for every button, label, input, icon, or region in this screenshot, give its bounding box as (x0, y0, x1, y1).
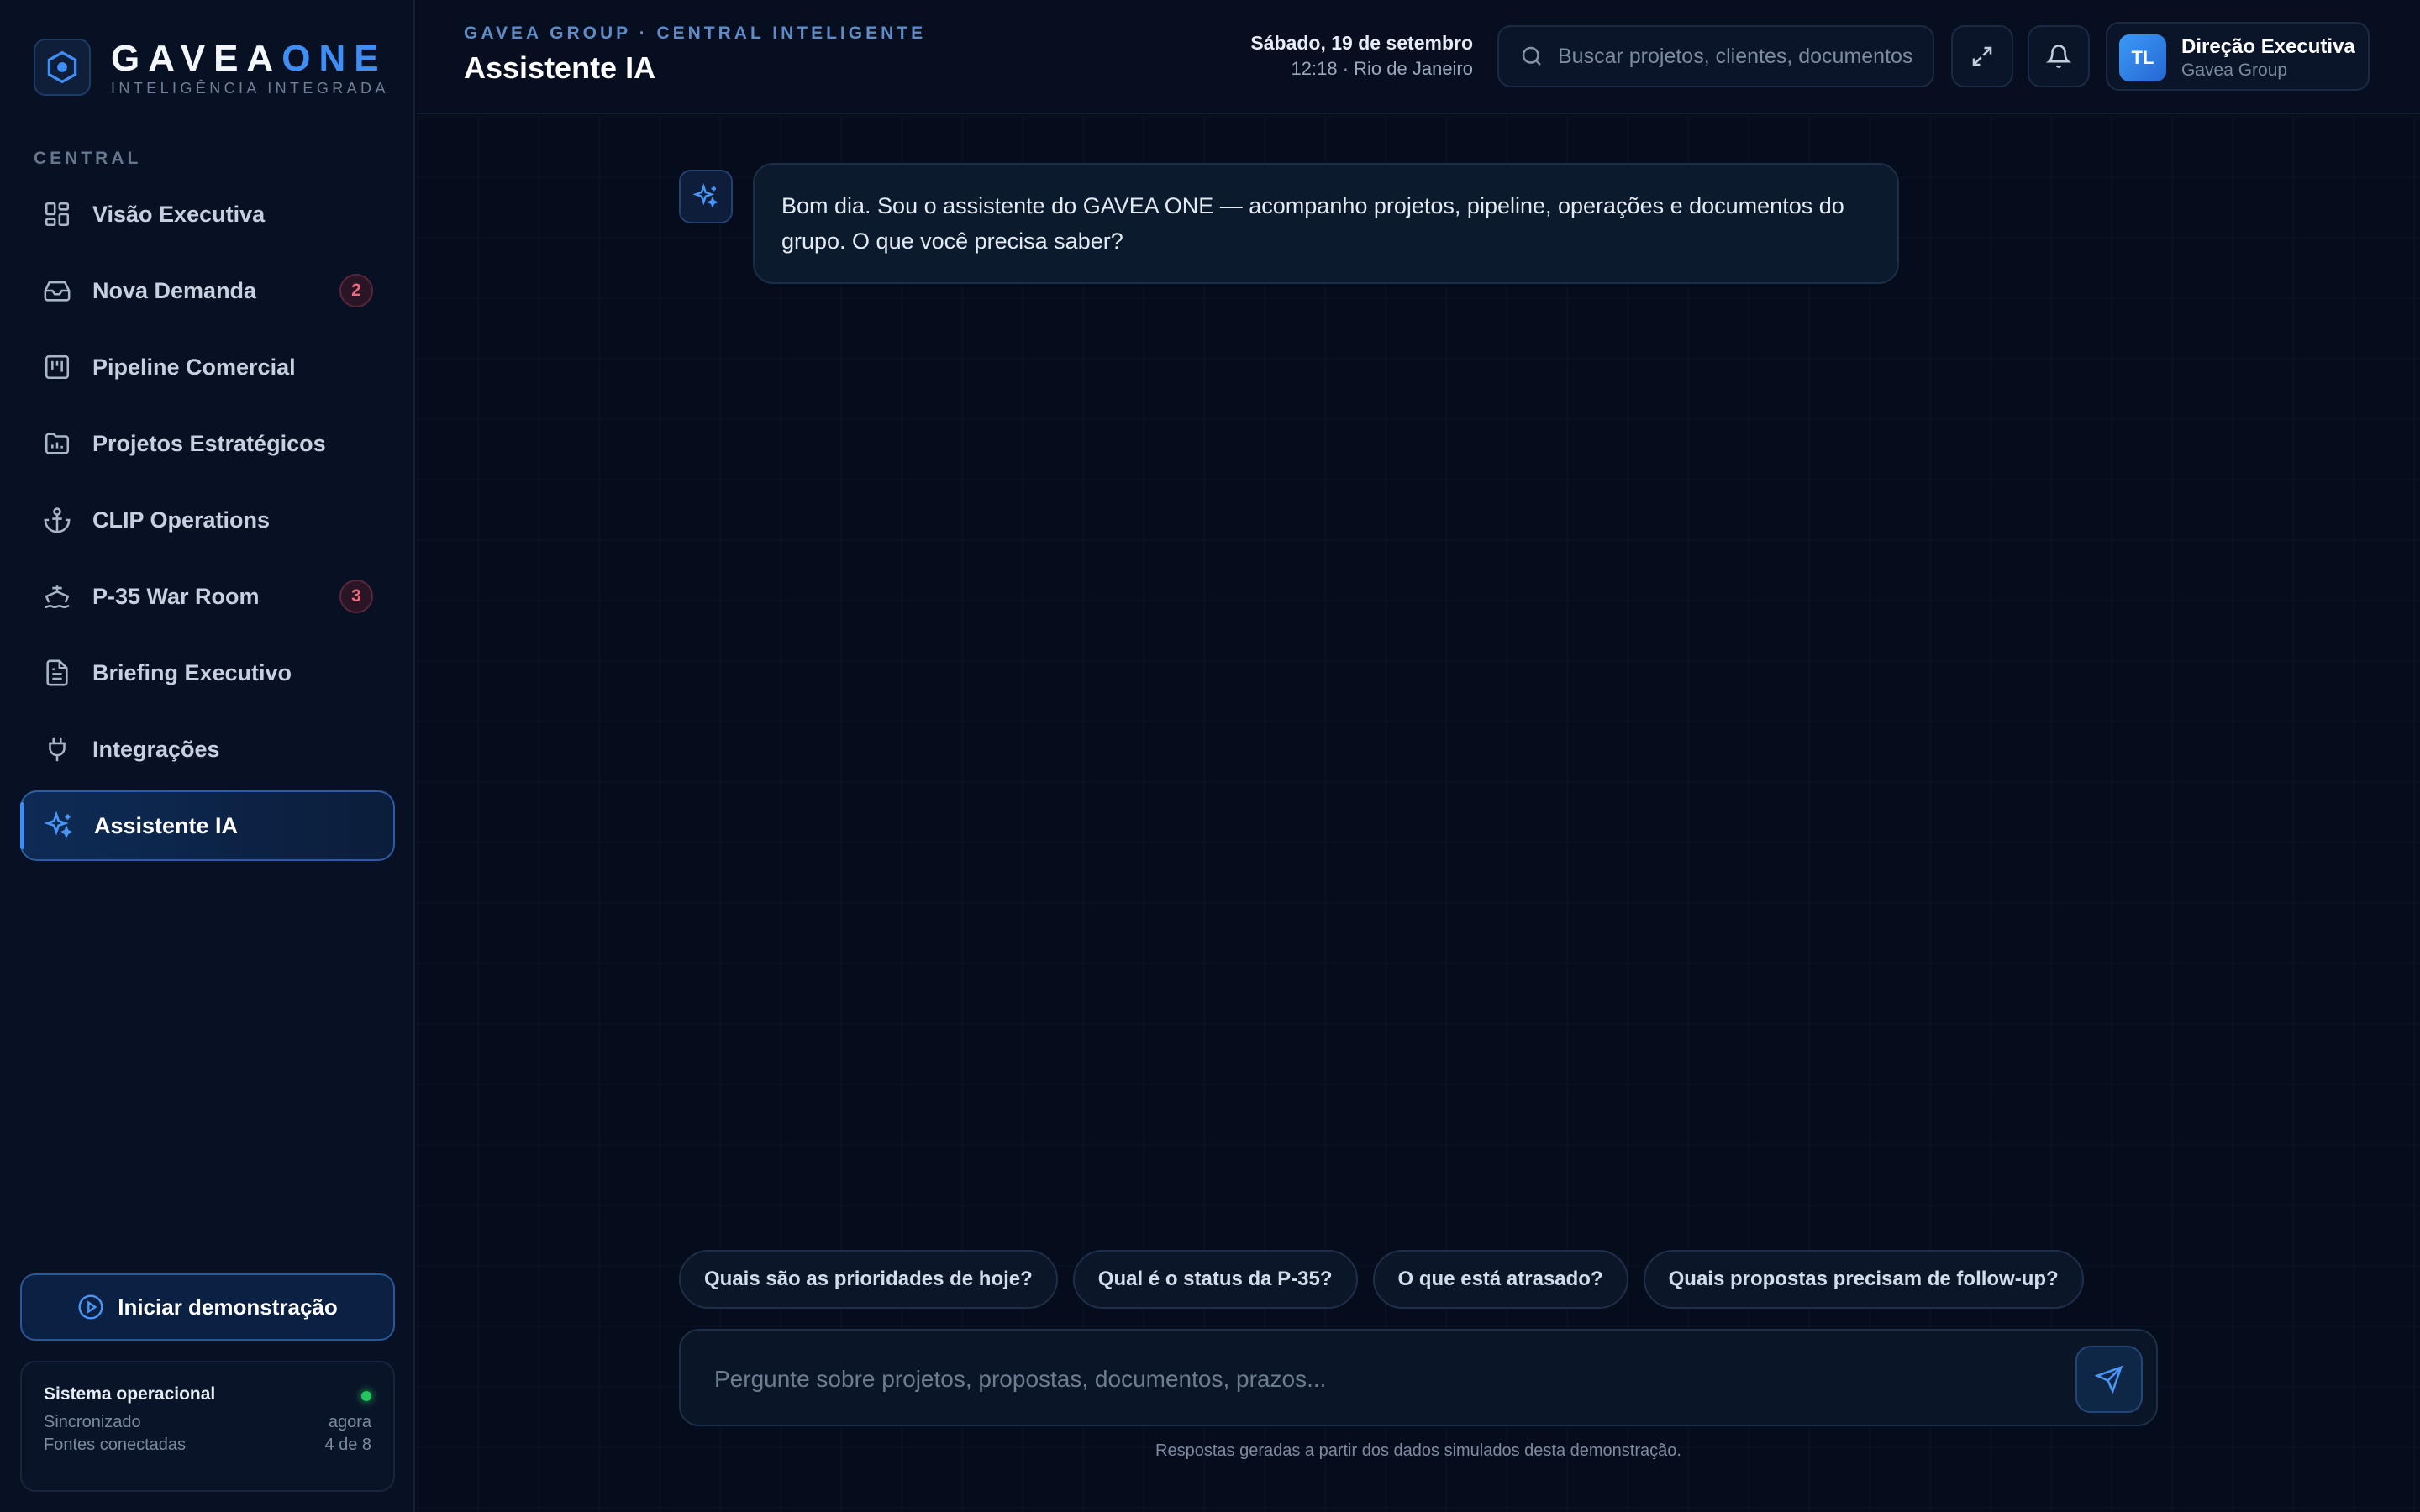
sidebar-item-visao-executiva[interactable]: Visão Executiva (20, 179, 395, 249)
search-icon (1522, 46, 1541, 66)
inbox-icon (42, 276, 72, 306)
suggestion-chip[interactable]: Quais propostas precisam de follow-up? (1643, 1250, 2084, 1309)
avatar: TL (2119, 34, 2166, 81)
grid-icon (42, 199, 72, 229)
status-sync-label: Sincronizado (44, 1413, 141, 1431)
search-input[interactable] (1558, 44, 1928, 69)
status-sources-label: Fontes conectadas (44, 1436, 186, 1454)
status-title: Sistema operacional (44, 1384, 216, 1404)
chat-area: Bom dia. Sou o assistente do GAVEA ONE —… (417, 116, 2420, 1512)
brand-tagline: INTELIGÊNCIA INTEGRADA (111, 80, 389, 97)
sidebar-item-label: Briefing Executivo (92, 659, 292, 685)
chat-input[interactable] (714, 1361, 2008, 1398)
sidebar-item-label: Pipeline Comercial (92, 354, 296, 380)
message-composer (679, 1329, 2158, 1426)
suggestion-chips: Quais são as prioridades de hoje? Qual é… (679, 1250, 2084, 1309)
sidebar-item-assistente-ia[interactable]: Assistente IA (20, 790, 395, 861)
sidebar-item-label: Nova Demanda (92, 277, 257, 303)
user-profile-button[interactable]: TL Direção Executiva Gavea Group (2106, 22, 2370, 91)
suggestion-chip[interactable]: O que está atrasado? (1372, 1250, 1628, 1309)
play-circle-icon (78, 1294, 103, 1320)
notification-badge: 2 (339, 274, 373, 307)
folder-chart-icon (42, 428, 72, 459)
datetime-display: Sábado, 19 de setembro 12:18 · Rio de Ja… (1250, 32, 1473, 80)
sidebar-item-label: Integrações (92, 736, 220, 762)
hexagon-logo-icon (34, 39, 91, 96)
page-title: Assistente IA (464, 50, 656, 85)
anchor-icon (42, 505, 72, 535)
app-root: GAVEAONE INTELIGÊNCIA INTEGRADA CENTRAL … (0, 0, 2420, 1512)
notification-badge: 3 (339, 580, 373, 613)
ship-icon (42, 581, 72, 612)
sidebar-item-label: Assistente IA (94, 812, 239, 838)
notifications-button[interactable] (2028, 25, 2090, 87)
sidebar-section-label: CENTRAL (34, 149, 142, 168)
sidebar-item-integracoes[interactable]: Integrações (20, 714, 395, 785)
sidebar-item-clip-operations[interactable]: CLIP Operations (20, 485, 395, 555)
expand-icon (1972, 46, 1992, 66)
user-name: Direção Executiva (2181, 35, 2355, 58)
document-icon (42, 658, 72, 688)
plug-icon (42, 734, 72, 764)
sidebar-item-nova-demanda[interactable]: Nova Demanda 2 (20, 255, 395, 326)
current-time-location: 12:18 · Rio de Janeiro (1291, 58, 1473, 79)
send-button[interactable] (2075, 1346, 2143, 1413)
fullscreen-button[interactable] (1951, 25, 2013, 87)
sidebar-item-label: Projetos Estratégicos (92, 430, 326, 456)
status-row-sources: Fontes conectadas 4 de 8 (44, 1436, 371, 1455)
sparkles-icon (692, 183, 719, 208)
sidebar-item-pipeline-comercial[interactable]: Pipeline Comercial (20, 332, 395, 402)
brand-name: GAVEAONE (111, 40, 387, 77)
sidebar: GAVEAONE INTELIGÊNCIA INTEGRADA CENTRAL … (0, 0, 415, 1512)
suggestion-chip[interactable]: Quais são as prioridades de hoje? (679, 1250, 1058, 1309)
sidebar-item-projetos-estrategicos[interactable]: Projetos Estratégicos (20, 408, 395, 479)
start-demo-button[interactable]: Iniciar demonstração (20, 1273, 395, 1341)
user-org: Gavea Group (2181, 60, 2288, 80)
sidebar-item-briefing-executivo[interactable]: Briefing Executivo (20, 638, 395, 708)
current-date: Sábado, 19 de setembro (1250, 32, 1473, 54)
search-bar[interactable] (1497, 25, 1934, 87)
sidebar-item-label: CLIP Operations (92, 507, 271, 533)
brand-name-part2: ONE (281, 38, 387, 79)
sidebar-item-label: Visão Executiva (92, 201, 266, 227)
breadcrumb: GAVEA GROUP · CENTRAL INTELIGENTE (464, 24, 927, 43)
status-sync-value: agora (328, 1413, 371, 1431)
system-status-card: Sistema operacional Sincronizado agora F… (20, 1361, 395, 1492)
brand[interactable]: GAVEAONE INTELIGÊNCIA INTEGRADA (34, 39, 403, 97)
status-row-sync: Sincronizado agora (44, 1413, 371, 1432)
status-indicator-dot (361, 1391, 371, 1401)
sparkles-icon (44, 811, 74, 841)
send-icon (2095, 1365, 2123, 1394)
top-header: GAVEA GROUP · CENTRAL INTELIGENTE Assist… (417, 0, 2420, 114)
kanban-icon (42, 352, 72, 382)
assistant-message: Bom dia. Sou o assistente do GAVEA ONE —… (753, 163, 1899, 284)
brand-name-part1: GAVEA (111, 38, 282, 79)
bell-icon (2046, 45, 2071, 68)
status-sources-value: 4 de 8 (324, 1436, 371, 1454)
sidebar-item-label: P-35 War Room (92, 583, 260, 609)
start-demo-label: Iniciar demonstração (118, 1294, 338, 1320)
disclaimer-text: Respostas geradas a partir dos dados sim… (1155, 1441, 1681, 1460)
sidebar-nav: Visão Executiva Nova Demanda 2 Pipeline … (20, 179, 395, 867)
sidebar-item-p35-war-room[interactable]: P-35 War Room 3 (20, 561, 395, 632)
assistant-avatar (679, 170, 733, 223)
suggestion-chip[interactable]: Qual é o status da P-35? (1072, 1250, 1358, 1309)
